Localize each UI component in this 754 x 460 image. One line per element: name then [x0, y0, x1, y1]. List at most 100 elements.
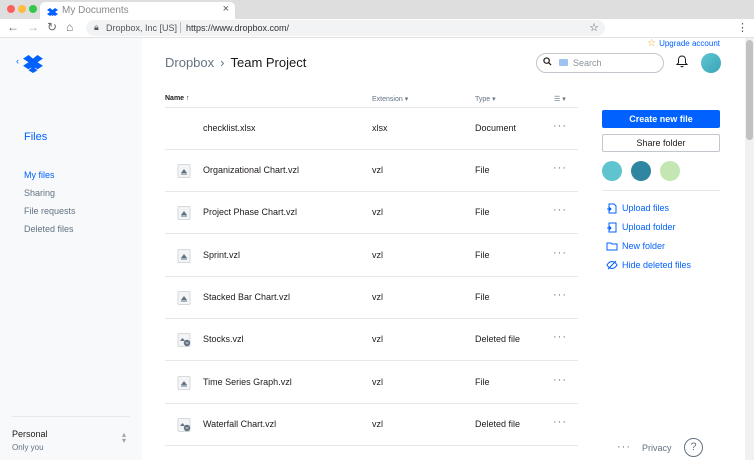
- search-icon: [543, 57, 552, 68]
- upload-folder-icon: [607, 222, 617, 232]
- maximize-window-button[interactable]: [29, 5, 37, 13]
- avatar[interactable]: [701, 53, 721, 73]
- file-name[interactable]: Stocks.vzl: [203, 334, 244, 344]
- forward-icon[interactable]: →: [27, 20, 39, 34]
- vzl-file-icon: [177, 376, 191, 390]
- file-type: Deleted file: [475, 419, 521, 429]
- table-row[interactable]: Project Phase Chart.vzl vzl File ···: [165, 192, 578, 234]
- more-actions-icon[interactable]: ···: [553, 416, 567, 428]
- upload-folder-button[interactable]: Upload folder: [606, 217, 691, 236]
- help-button[interactable]: ?: [684, 438, 703, 457]
- more-actions-icon[interactable]: ···: [553, 331, 567, 343]
- privacy-link[interactable]: Privacy: [642, 443, 672, 453]
- vzl-file-icon: [177, 206, 191, 220]
- column-header-extension[interactable]: Extension ▾: [372, 95, 408, 103]
- member-avatar[interactable]: [660, 161, 680, 181]
- browser-menu-icon[interactable]: ⋮: [737, 21, 748, 34]
- file-name[interactable]: checklist.xlsx: [203, 123, 256, 133]
- file-type: Document: [475, 123, 517, 133]
- bookmark-star-icon[interactable]: ☆: [589, 21, 599, 34]
- table-row[interactable]: Stocks.vzl vzl Deleted file ···: [165, 319, 578, 361]
- file-name[interactable]: Waterfall Chart.vzl: [203, 419, 276, 429]
- hide-deleted-files-label: Hide deleted files: [622, 259, 692, 270]
- table-row[interactable]: checklist.xlsx xlsx Document ···: [165, 108, 578, 150]
- browser-title-bar: My Documents ×: [0, 0, 754, 19]
- view-options-icon[interactable]: ☰ ▾: [554, 95, 566, 103]
- file-extension: vzl: [372, 250, 383, 260]
- column-header-type[interactable]: Type ▾: [475, 95, 496, 103]
- sidebar-section-files[interactable]: Files: [24, 131, 47, 143]
- account-sub: Only you: [12, 443, 44, 452]
- address-bar[interactable]: 🔒︎ Dropbox, Inc [US] https://www.dropbox…: [86, 20, 605, 36]
- file-type: File: [475, 292, 490, 302]
- upgrade-label: Upgrade account: [659, 39, 720, 48]
- deleted-file-icon: [177, 333, 191, 347]
- vzl-file-icon: [177, 249, 191, 263]
- folder-scope-icon: [559, 59, 568, 66]
- sidebar-item-sharing[interactable]: Sharing: [24, 184, 76, 202]
- back-icon[interactable]: ←: [7, 20, 19, 34]
- scrollbar-thumb[interactable]: [746, 40, 753, 140]
- more-actions-icon[interactable]: ···: [553, 204, 567, 216]
- member-avatar[interactable]: [602, 161, 622, 181]
- reload-icon[interactable]: ↻: [47, 20, 57, 34]
- row-file-icon: [177, 122, 191, 136]
- page-scrollbar[interactable]: [745, 38, 754, 460]
- close-window-button[interactable]: [7, 5, 15, 13]
- file-name[interactable]: Time Series Graph.vzl: [203, 377, 292, 387]
- sidebar-item-file-requests[interactable]: File requests: [24, 202, 76, 220]
- table-row[interactable]: Sprint.vzl vzl File ···: [165, 235, 578, 277]
- more-actions-icon[interactable]: ···: [553, 247, 567, 259]
- column-header-name[interactable]: Name ↑: [165, 95, 190, 102]
- new-folder-button[interactable]: New folder: [606, 236, 691, 255]
- vzl-file-icon: [177, 291, 191, 305]
- sidebar-item-my-files[interactable]: My files: [24, 166, 76, 184]
- file-extension: vzl: [372, 207, 383, 217]
- file-extension: vzl: [372, 377, 383, 387]
- collapse-sidebar-icon[interactable]: ‹: [16, 56, 19, 66]
- panel-divider: [602, 190, 720, 191]
- minimize-window-button[interactable]: [18, 5, 26, 13]
- file-name[interactable]: Stacked Bar Chart.vzl: [203, 292, 290, 302]
- file-extension: vzl: [372, 334, 383, 344]
- sidebar: ‹ Files My files Sharing File requests D…: [0, 38, 142, 460]
- create-new-file-button[interactable]: Create new file: [602, 110, 720, 128]
- more-actions-icon[interactable]: ···: [553, 162, 567, 174]
- close-tab-icon[interactable]: ×: [223, 3, 229, 15]
- file-type: File: [475, 207, 490, 217]
- page-title: Team Project: [230, 55, 307, 70]
- share-folder-button[interactable]: Share folder: [602, 134, 720, 152]
- breadcrumb: Dropbox › Team Project: [165, 55, 306, 70]
- dropbox-logo-icon: [23, 55, 43, 73]
- upload-folder-label: Upload folder: [622, 221, 676, 232]
- file-type: File: [475, 250, 490, 260]
- member-avatar[interactable]: [631, 161, 651, 181]
- more-options-icon[interactable]: ···: [617, 441, 631, 453]
- table-row[interactable]: Organizational Chart.vzl vzl File ···: [165, 150, 578, 192]
- account-name: Personal: [12, 429, 48, 439]
- more-actions-icon[interactable]: ···: [553, 374, 567, 386]
- url-text[interactable]: https://www.dropbox.com/: [186, 23, 289, 33]
- file-name[interactable]: Project Phase Chart.vzl: [203, 207, 297, 217]
- file-name[interactable]: Organizational Chart.vzl: [203, 165, 299, 175]
- browser-tab[interactable]: My Documents ×: [40, 2, 235, 19]
- table-row[interactable]: Waterfall Chart.vzl vzl Deleted file ···: [165, 404, 578, 446]
- upload-files-button[interactable]: Upload files: [606, 198, 691, 217]
- account-switcher[interactable]: Personal Only you ▴ ▾: [12, 416, 130, 452]
- hide-deleted-files-button[interactable]: Hide deleted files: [606, 255, 691, 274]
- sidebar-item-deleted-files[interactable]: Deleted files: [24, 220, 76, 238]
- more-actions-icon[interactable]: ···: [553, 120, 567, 132]
- more-actions-icon[interactable]: ···: [553, 289, 567, 301]
- browser-toolbar: ← → ↻ ⌂ 🔒︎ Dropbox, Inc [US] https://www…: [0, 19, 754, 38]
- table-row[interactable]: Stacked Bar Chart.vzl vzl File ···: [165, 277, 578, 319]
- notification-bell-icon[interactable]: [675, 55, 689, 73]
- file-name[interactable]: Sprint.vzl: [203, 250, 240, 260]
- table-row[interactable]: Time Series Graph.vzl vzl File ···: [165, 362, 578, 404]
- file-table-header: Name ↑ Extension ▾ Type ▾ ☰ ▾: [165, 92, 578, 108]
- breadcrumb-root[interactable]: Dropbox: [165, 55, 214, 70]
- deleted-file-icon: [177, 418, 191, 432]
- home-icon[interactable]: ⌂: [66, 20, 73, 34]
- upgrade-account-link[interactable]: ☆ Upgrade account: [647, 38, 720, 49]
- switch-account-icon[interactable]: ▴ ▾: [122, 431, 126, 445]
- search-input[interactable]: Search: [536, 53, 664, 73]
